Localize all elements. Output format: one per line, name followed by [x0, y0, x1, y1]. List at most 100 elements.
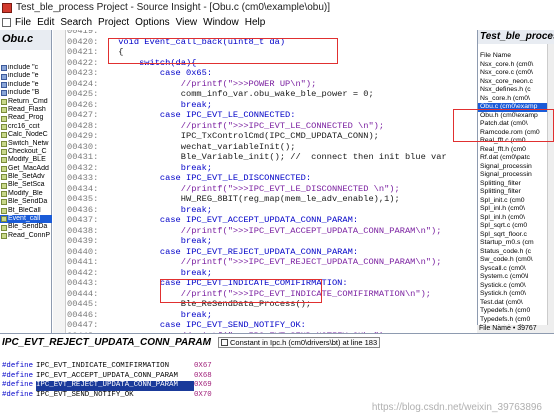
symbol-list-item[interactable]: Read_ConnP: [0, 232, 52, 240]
code-line[interactable]: 00433: case IPC_EVT_LE_DISCONNECTED:: [67, 173, 475, 184]
code-line[interactable]: 00437: case IPC_EVT_ACCEPT_UPDATA_CONN_P…: [67, 215, 475, 226]
project-scrollbar[interactable]: [547, 44, 554, 333]
symbol-list-item[interactable]: crc16_ccit: [0, 123, 52, 131]
project-file-item[interactable]: Typedefs.h (cm0: [478, 316, 548, 325]
code-line[interactable]: 00436: break;: [67, 205, 475, 216]
define-value: 0X67: [194, 362, 212, 370]
symbol-list-item[interactable]: Calc_NodeC: [0, 131, 52, 139]
project-file-item[interactable]: Syscall.c (cm0\: [478, 265, 548, 274]
project-file-list[interactable]: File Name Nsx_core.h (cm0\ Nsx_core.c (cm0…: [478, 52, 548, 333]
project-file-item[interactable]: Spl_inl.h (cm0\: [478, 214, 548, 223]
project-file-item[interactable]: Real_fft.h (cm0: [478, 146, 548, 155]
project-file-item[interactable]: Startup_m0.s (cm: [478, 239, 548, 248]
define-name: IPC_EVT_INDICATE_COMIFIRMATION: [36, 362, 170, 370]
symbol-list-item[interactable]: Ble_SendDa: [0, 198, 52, 206]
menu-file[interactable]: File: [15, 17, 31, 28]
function-icon: [1, 199, 7, 206]
code-line[interactable]: 00424: //printf(">>>POWER UP\n");: [67, 79, 475, 90]
code-line[interactable]: 00442: break;: [67, 268, 475, 279]
code-line[interactable]: 00447: case IPC_EVT_SEND_NOTIFY_OK:: [67, 320, 475, 331]
symbol-list-item[interactable]: include "e: [0, 72, 52, 80]
define-row[interactable]: #define IPC_EVT_ACCEPT_UPDATA_CONN_PARAM 0…: [2, 372, 554, 382]
define-row[interactable]: #define IPC_EVT_REJECT_UPDATA_CONN_PARAM 0…: [2, 381, 554, 391]
project-file-item[interactable]: Signal_processin: [478, 171, 548, 180]
project-file-item[interactable]: Spl_sqrt.c (cm0: [478, 222, 548, 231]
code-line[interactable]: 00439: break;: [67, 236, 475, 247]
project-file-item[interactable]: Ns_core.h (cm0\: [478, 95, 548, 104]
code-line[interactable]: 00440: case IPC_EVT_REJECT_UPDATA_CONN_P…: [67, 247, 475, 258]
project-file-item[interactable]: Nsx_core.c (cm0\: [478, 69, 548, 78]
project-file-item[interactable]: Spl_init.c (cm0: [478, 197, 548, 206]
symbol-list-item[interactable]: Ble_SendDa: [0, 223, 52, 231]
project-file-item[interactable]: Rf.dat (cm0\patc: [478, 154, 548, 163]
line-number: 00438:: [67, 225, 99, 236]
symbol-list-item-label: include "e: [8, 72, 39, 80]
symbol-list-item[interactable]: Modify_Ble: [0, 190, 52, 198]
code-text: case IPC_EVT_SEND_NOTIFY_OK:: [113, 320, 306, 330]
symbol-list-item[interactable]: Ble_SetSca: [0, 181, 52, 189]
define-row[interactable]: #define IPC_EVT_SEND_NOTIFY_OK 0X70: [2, 391, 554, 401]
project-file-item[interactable]: Spl_inl.h (cm0\: [478, 205, 548, 214]
system-menu-icon[interactable]: [2, 17, 11, 27]
code-line[interactable]: 00446: break;: [67, 310, 475, 321]
project-file-item[interactable]: Status_code.h (c: [478, 248, 548, 257]
symbol-list-item[interactable]: Ble_SetAdv: [0, 173, 52, 181]
symbol-list-item[interactable]: Read_Prog: [0, 114, 52, 122]
code-line[interactable]: 00427: case IPC_EVT_LE_CONNECTED:: [67, 110, 475, 121]
line-number: 00444:: [67, 288, 99, 299]
project-file-item[interactable]: Test.dat (cm0\: [478, 299, 548, 308]
code-text: break;: [113, 204, 213, 215]
code-line[interactable]: 00435: HW_REG_8BIT(reg_map(mem_le_adv_en…: [67, 194, 475, 205]
code-line[interactable]: 00432: break;: [67, 163, 475, 174]
code-line[interactable]: 00438: //printf(">>>IPC_EVT_ACCEPT_UPDAT…: [67, 226, 475, 237]
project-file-item[interactable]: File Name: [478, 52, 548, 61]
code-line[interactable]: 00423: case 0x65:: [67, 68, 475, 79]
symbol-list-item-label: Ble_SetAdv: [8, 173, 45, 181]
symbol-list-item[interactable]: Get_MacAdd: [0, 165, 52, 173]
project-file-item[interactable]: System.c (cm0\l: [478, 273, 548, 282]
project-file-item[interactable]: Splitting_filter: [478, 188, 548, 197]
menu-window[interactable]: Window: [203, 17, 239, 28]
symbol-list[interactable]: include "c include "e include "e include "B…: [0, 64, 52, 240]
symbol-list-item[interactable]: Return_Cmd: [0, 98, 52, 106]
project-file-item[interactable]: Typedefs.h (cm0: [478, 307, 548, 316]
project-file-item[interactable]: Systick.c (cm0\: [478, 282, 548, 291]
symbol-list-item[interactable]: include "e: [0, 81, 52, 89]
project-file-item[interactable]: Sw_code.h (cm0\: [478, 256, 548, 265]
code-line[interactable]: 00425: comm_info_var.obu_wake_ble_power …: [67, 89, 475, 100]
menu-edit[interactable]: Edit: [37, 17, 54, 28]
project-file-item[interactable]: Systick.h (cm0\: [478, 290, 548, 299]
project-file-item[interactable]: Nsx_core_neon.c: [478, 78, 548, 87]
code-line[interactable]: 00434: //printf(">>>IPC_EVT_LE_DISCONNEC…: [67, 184, 475, 195]
project-file-item[interactable]: Signal_processin: [478, 163, 548, 172]
define-keyword: #define: [2, 371, 34, 380]
menu-search[interactable]: Search: [60, 17, 92, 28]
menu-help[interactable]: Help: [245, 17, 266, 28]
code-text: case IPC_EVT_LE_CONNECTED:: [113, 110, 296, 120]
symbol-list-item[interactable]: Event_call: [0, 215, 52, 224]
symbol-list-item[interactable]: Checkout_C: [0, 148, 52, 156]
symbol-list-item[interactable]: Bt_BleCall: [0, 207, 52, 215]
menu-view[interactable]: View: [176, 17, 198, 28]
symbol-list-item[interactable]: include "B: [0, 89, 52, 97]
symbol-list-item-label: Switch_Netw: [8, 139, 49, 147]
code-line[interactable]: 00426: break;: [67, 100, 475, 111]
code-line[interactable]: 00430: wechat_variableInit();: [67, 142, 475, 153]
project-file-item[interactable]: Nsx_defines.h (c: [478, 86, 548, 95]
code-line[interactable]: 00441: //printf(">>>IPC_EVT_REJECT_UPDAT…: [67, 257, 475, 268]
symbol-list-item[interactable]: Read_Flash: [0, 106, 52, 114]
code-line[interactable]: 00429: IPC_TxControlCmd(IPC_CMD_UPDATA_C…: [67, 131, 475, 142]
project-file-item[interactable]: Spl_sqrt_floor.c: [478, 231, 548, 240]
project-file-item[interactable]: Nsx_core.h (cm0\: [478, 61, 548, 70]
code-line[interactable]: 00431: Ble_Variable_init(); // connect t…: [67, 152, 475, 163]
code-line[interactable]: 00428: //printf(">>>IPC_EVT_LE_CONNECTED…: [67, 121, 475, 132]
function-icon: [1, 233, 7, 239]
symbol-list-item[interactable]: Modify_BLE: [0, 156, 52, 164]
project-file-item[interactable]: Splitting_filter: [478, 180, 548, 189]
symbol-list-item[interactable]: Switch_Netw: [0, 140, 52, 148]
define-row[interactable]: #define IPC_EVT_INDICATE_COMIFIRMATION 0X6…: [2, 362, 554, 372]
menu-options[interactable]: Options: [135, 17, 169, 28]
symbol-list-item[interactable]: include "c: [0, 64, 52, 72]
symbol-list-item-label: Ble_SendDa: [8, 198, 48, 206]
menu-project[interactable]: Project: [98, 17, 129, 28]
